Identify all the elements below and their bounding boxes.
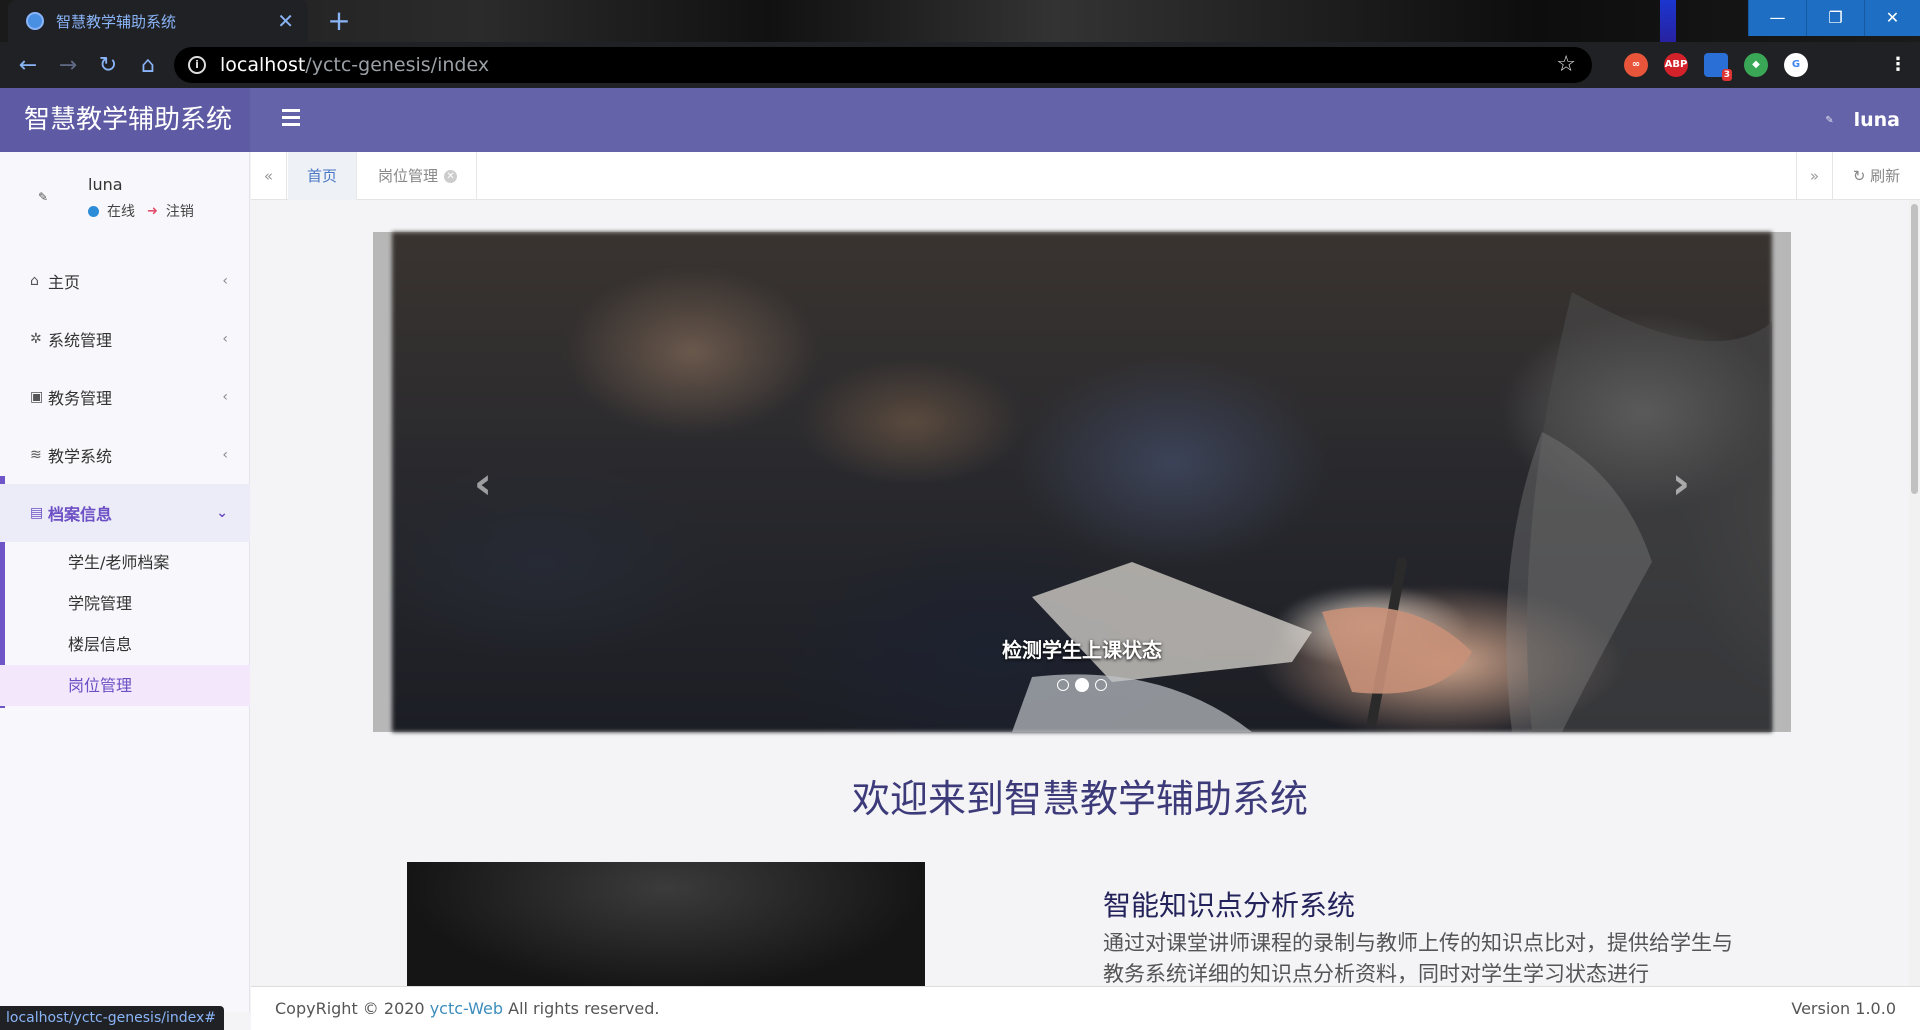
carousel-indicators — [373, 674, 1791, 693]
sidebar-item-label: 教学系统 — [48, 447, 113, 466]
archive-submenu: 学生/老师档案 学院管理 楼层信息 岗位管理 — [0, 542, 250, 706]
adblock-icon[interactable]: ABP — [1664, 53, 1688, 77]
site-info-icon[interactable]: i — [188, 56, 206, 74]
content-scrollbar[interactable] — [1909, 200, 1920, 986]
google-translate-icon[interactable]: G — [1784, 53, 1808, 77]
tab-label: 岗位管理 — [378, 167, 439, 185]
submenu-item-college[interactable]: 学院管理 — [0, 583, 250, 624]
address-url: localhost/yctc-genesis/index — [220, 54, 490, 76]
sidebar-username: luna — [88, 175, 123, 194]
app-header: 智慧教学辅助系统 ✎ luna — [0, 88, 1920, 152]
sidebar-item-label: 主页 — [48, 273, 81, 292]
submenu-item-student-teacher-archive[interactable]: 学生/老师档案 — [0, 542, 250, 583]
logout-icon[interactable]: ➜ — [147, 204, 158, 219]
globe-icon — [26, 12, 44, 30]
sidebar-item-home[interactable]: ⌂ 主页 ‹ — [0, 252, 250, 310]
extension-grid-icon[interactable]: 3 — [1704, 53, 1732, 81]
sidebar: ✎ luna 在线 ➜ 注销 ⌂ 主页 ‹ ✲ 系统管理 ‹ ▣ 教务管理 ‹ … — [0, 152, 250, 1012]
chevron-down-icon: ⌄ — [216, 505, 228, 521]
submenu-item-post[interactable]: 岗位管理 — [0, 665, 250, 706]
reload-icon[interactable]: ↻ — [88, 53, 128, 78]
sidebar-item-label: 档案信息 — [48, 505, 113, 524]
user-panel: ✎ luna 在线 ➜ 注销 — [0, 152, 250, 252]
scrollbar-thumb[interactable] — [1911, 204, 1918, 494]
scroll-tabs-left-icon[interactable]: « — [251, 152, 287, 200]
minimize-button[interactable]: — — [1748, 0, 1806, 36]
home-icon[interactable]: ⌂ — [128, 53, 168, 78]
archive-icon: ▤ — [30, 505, 44, 521]
tab-home[interactable]: 首页 — [288, 152, 358, 200]
sidebar-item-system[interactable]: ✲ 系统管理 ‹ — [0, 310, 250, 368]
feature-title: 智能知识点分析系统 — [1103, 889, 1356, 922]
header-username: luna — [1853, 109, 1900, 131]
user-status: 在线 ➜ 注销 — [88, 201, 194, 221]
forward-icon[interactable]: → — [48, 53, 88, 78]
extension-infinity-icon[interactable]: ∞ — [1624, 53, 1648, 77]
sidebar-item-label: 系统管理 — [48, 331, 113, 350]
refresh-label: 刷新 — [1870, 167, 1901, 185]
rss-icon: ≋ — [30, 447, 42, 463]
version-label: Version 1.0.0 — [1791, 999, 1896, 1018]
chevron-left-icon: ‹ — [222, 273, 228, 289]
restore-button[interactable]: ❐ — [1806, 0, 1864, 36]
chevron-left-icon: ‹ — [222, 447, 228, 463]
sidebar-item-label: 教务管理 — [48, 389, 113, 408]
welcome-heading: 欢迎来到智慧教学辅助系统 — [851, 777, 1308, 821]
chevron-left-icon: ‹ — [222, 389, 228, 405]
tab-post-management[interactable]: 岗位管理 ✕ — [359, 152, 478, 200]
copyright: CopyRight © 2020 yctc-Web All rights res… — [275, 999, 660, 1018]
browser-status-url: localhost/yctc-genesis/index# — [0, 1006, 224, 1030]
carousel-indicator[interactable] — [1095, 678, 1107, 691]
bookmark-star-icon[interactable]: ☆ — [1556, 52, 1576, 77]
brand-link[interactable]: yctc-Web — [430, 999, 503, 1018]
carousel-indicator[interactable] — [1057, 678, 1069, 691]
browser-tab[interactable]: 智慧教学辅助系统 ✕ — [8, 0, 308, 42]
logout-link[interactable]: 注销 — [166, 201, 194, 221]
carousel-next-icon[interactable]: › — [1661, 462, 1701, 506]
app-logo[interactable]: 智慧教学辅助系统 — [0, 88, 250, 152]
avatar: ✎ — [38, 190, 49, 204]
submenu-item-floor[interactable]: 楼层信息 — [0, 624, 250, 665]
status-online-label: 在线 — [107, 204, 135, 220]
home-icon: ⌂ — [30, 273, 39, 289]
online-dot-icon — [88, 205, 99, 217]
carousel: ‹ › 检测学生上课状态 — [373, 232, 1791, 732]
carousel-indicator-active[interactable] — [1075, 677, 1089, 692]
window-close-button[interactable]: ✕ — [1864, 0, 1920, 36]
refresh-icon: ↻ — [1852, 167, 1866, 185]
sidebar-item-teaching[interactable]: ≋ 教学系统 ‹ — [0, 426, 250, 484]
sidebar-toggle-icon[interactable] — [282, 109, 300, 129]
browser-menu-icon[interactable]: ⋮ — [1886, 53, 1910, 77]
carousel-caption: 检测学生上课状态 — [1002, 638, 1162, 662]
chevron-left-icon: ‹ — [222, 331, 228, 347]
refresh-button[interactable]: ↻ 刷新 — [1832, 152, 1920, 200]
page-tabs: « 首页 岗位管理 ✕ » ↻ 刷新 — [251, 152, 1920, 200]
browser-tab-title: 智慧教学辅助系统 — [56, 12, 177, 31]
close-tab-icon[interactable]: ✕ — [277, 9, 294, 33]
carousel-prev-icon[interactable]: ‹ — [463, 462, 503, 506]
feature-description: 通过对课堂讲师课程的录制与教师上传的知识点比对，提供给学生与教务系统详细的知识点… — [1103, 931, 1733, 986]
new-tab-button[interactable]: + — [324, 6, 354, 36]
sidebar-menu: ⌂ 主页 ‹ ✲ 系统管理 ‹ ▣ 教务管理 ‹ ≋ 教学系统 ‹ ▤ 档案信息… — [0, 252, 250, 706]
browser-tab-strip: 智慧教学辅助系统 ✕ + — ❐ ✕ — [0, 0, 1920, 84]
sidebar-item-archive[interactable]: ▤ 档案信息 ⌄ — [0, 484, 250, 542]
user-avatar-icon: ✎ — [1825, 114, 1834, 126]
scroll-tabs-right-icon[interactable]: » — [1796, 152, 1832, 200]
gear-icon: ✲ — [30, 331, 42, 347]
main-content: ‹ › 检测学生上课状态 欢迎来到智慧教学辅助系统 智能知识点分析系统 通过对课… — [251, 200, 1909, 986]
extension-drive-icon[interactable]: ◆ — [1744, 53, 1768, 77]
address-bar[interactable]: i localhost/yctc-genesis/index ☆ — [174, 47, 1592, 83]
sidebar-item-academic[interactable]: ▣ 教务管理 ‹ — [0, 368, 250, 426]
close-tab-icon[interactable]: ✕ — [444, 170, 458, 183]
back-icon[interactable]: ← — [8, 53, 48, 78]
header-user-menu[interactable]: ✎ luna — [1825, 88, 1900, 152]
footer: CopyRight © 2020 yctc-Web All rights res… — [251, 986, 1920, 1030]
feature-image — [407, 862, 925, 986]
id-card-icon: ▣ — [30, 389, 44, 405]
